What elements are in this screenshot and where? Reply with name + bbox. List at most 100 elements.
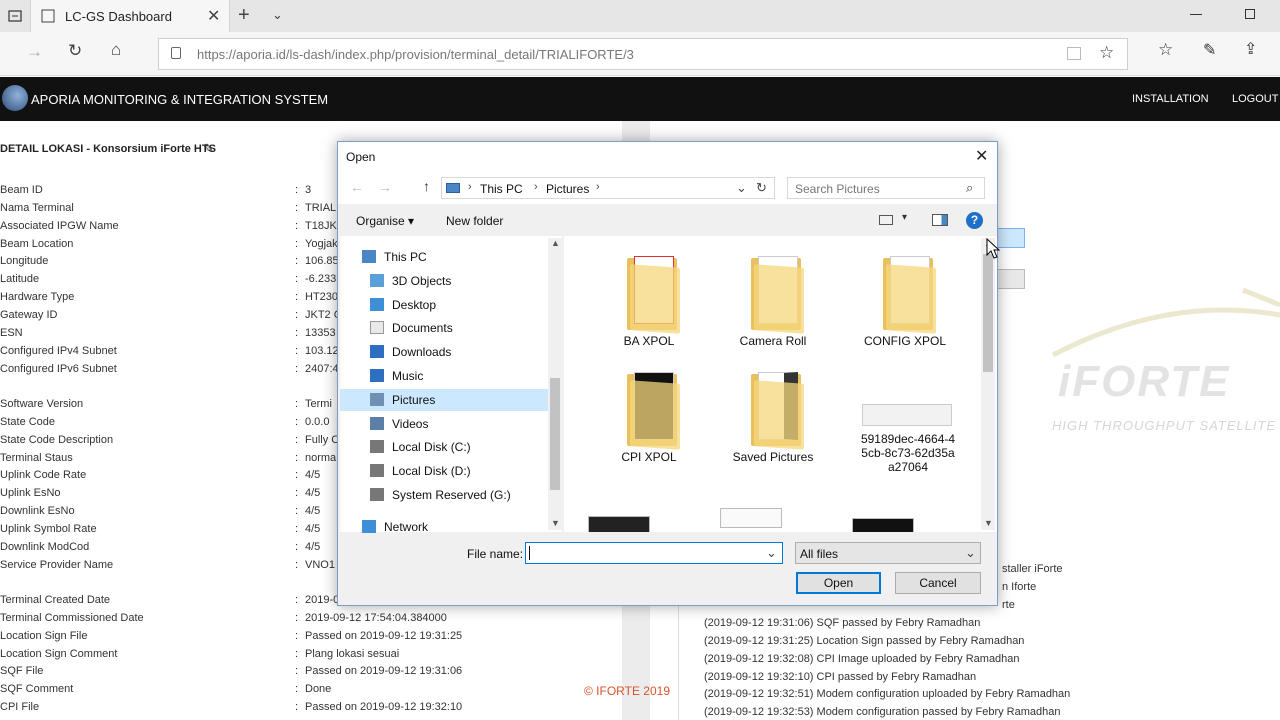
scroll-down-icon[interactable]: ▼ — [984, 518, 993, 528]
detail-value: 4/5 — [305, 505, 321, 518]
tab-actions-icon[interactable] — [8, 9, 22, 23]
detail-value: norma — [305, 451, 337, 464]
chevron-down-icon[interactable]: ⌄ — [766, 545, 777, 561]
forward-arrow-icon[interactable]: → — [378, 179, 392, 195]
back-icon[interactable]: → — [26, 42, 43, 62]
folder-item[interactable]: CONFIG XPOL — [850, 248, 960, 358]
nav-item-local-disk-c[interactable]: Local Disk (C:) — [340, 436, 548, 458]
folder-item[interactable]: CPI XPOL — [594, 364, 704, 474]
upload-button[interactable] — [995, 269, 1025, 289]
brand-tagline: HIGH THROUGHPUT SATELLITE — [1052, 418, 1277, 433]
cancel-button[interactable]: Cancel — [895, 572, 981, 594]
detail-colon: : — [295, 398, 299, 410]
partial-thumbnail[interactable] — [720, 508, 782, 528]
refresh-icon[interactable]: ↻ — [756, 180, 767, 196]
desktop-icon — [370, 297, 384, 311]
detail-value: HT230 — [305, 291, 339, 304]
log-entry: (2019-09-12 19:32:53) Modem configuratio… — [704, 706, 1061, 718]
detail-value: VNO1 — [305, 558, 335, 571]
view-options-icon[interactable] — [879, 215, 893, 225]
new-folder-button[interactable]: New folder — [446, 214, 503, 228]
nav-item-music[interactable]: Music — [340, 365, 548, 387]
scroll-thumb[interactable] — [983, 254, 993, 372]
breadcrumb-bar[interactable]: › This PC › Pictures › ⌄ ↻ — [441, 177, 775, 199]
search-input[interactable]: Search Pictures ⌕ — [787, 177, 985, 199]
scroll-up-icon[interactable]: ▲ — [551, 238, 560, 248]
detail-value: Fully C — [305, 433, 340, 446]
detail-value: 4/5 — [305, 469, 321, 482]
breadcrumb-sep: › — [468, 181, 472, 193]
folder-item[interactable]: Camera Roll — [718, 248, 828, 358]
dialog-close-icon[interactable]: ✕ — [975, 146, 988, 166]
pen-icon[interactable]: ✎ — [1203, 40, 1216, 60]
detail-value: Passed on 2019-09-12 19:31:06 — [305, 665, 463, 678]
scroll-down-icon[interactable]: ▼ — [551, 518, 560, 528]
scroll-thumb[interactable] — [550, 378, 560, 490]
chevron-down-icon: ⌄ — [965, 545, 976, 560]
favorites-icon[interactable]: ☆ — [1158, 40, 1173, 60]
detail-label: Downlink EsNo — [0, 505, 75, 518]
partial-thumbnail[interactable] — [588, 516, 650, 532]
nav-item-videos[interactable]: Videos — [340, 413, 548, 435]
preview-pane-icon[interactable] — [932, 214, 948, 226]
restore-icon[interactable] — [1245, 9, 1255, 19]
breadcrumb-this-pc[interactable]: This PC — [480, 182, 523, 196]
favorite-star-icon[interactable]: ☆ — [1099, 43, 1114, 63]
new-tab-icon[interactable]: + — [238, 4, 250, 27]
detail-colon: : — [295, 201, 299, 214]
close-tab-icon[interactable]: ✕ — [207, 6, 220, 26]
nav-item-downloads[interactable]: Downloads — [340, 341, 548, 363]
nav-item-label: This PC — [384, 250, 427, 264]
files-scrollbar[interactable]: ▲ ▼ — [981, 238, 995, 530]
disk-icon — [370, 488, 384, 501]
nav-logout[interactable]: LOGOUT — [1232, 93, 1278, 105]
detail-colon: : — [295, 469, 299, 482]
up-arrow-icon[interactable]: ↑ — [423, 178, 430, 194]
partial-thumbnail[interactable] — [852, 518, 914, 532]
open-button[interactable]: Open — [796, 572, 881, 594]
detail-colon: : — [295, 558, 299, 571]
nav-item-local-disk-d[interactable]: Local Disk (D:) — [340, 460, 548, 482]
nav-scrollbar[interactable]: ▲ ▼ — [548, 238, 562, 530]
detail-label: Nama Terminal — [0, 201, 74, 214]
minimize-icon[interactable] — [1190, 14, 1202, 15]
dialog-address-row: ← → ↑ › This PC › Pictures › ⌄ ↻ Search … — [338, 172, 997, 204]
refresh-icon[interactable]: ↻ — [68, 41, 82, 61]
detail-colon: : — [295, 237, 299, 250]
share-icon[interactable]: ⇪ — [1244, 39, 1257, 59]
view-dropdown-icon[interactable]: ▾ — [902, 212, 907, 223]
detail-label: ESN — [0, 326, 23, 339]
file-item[interactable]: 59189dec-4664-4 5cb-8c73-62d35a a27064 — [850, 364, 960, 474]
reading-view-icon[interactable] — [1067, 47, 1081, 60]
nav-item-system-reserved-g[interactable]: System Reserved (G:) — [340, 484, 548, 506]
back-arrow-icon[interactable]: ← — [350, 179, 364, 195]
help-icon[interactable]: ? — [966, 212, 983, 229]
breadcrumb-pictures[interactable]: Pictures — [546, 182, 589, 196]
breadcrumb-dropdown-icon[interactable]: ⌄ — [736, 180, 747, 196]
nav-item-3d-objects[interactable]: 3D Objects — [340, 270, 548, 292]
detail-value: Termi — [305, 398, 332, 410]
organise-menu[interactable]: Organise ▾ — [356, 214, 414, 228]
file-name-input[interactable]: ⌄ — [525, 542, 783, 564]
footer-copyright: © IFORTE 2019 — [584, 684, 670, 698]
nav-item-documents[interactable]: Documents — [340, 317, 548, 339]
url-field[interactable]: https://aporia.id/ls-dash/index.php/prov… — [158, 38, 1128, 70]
chevron-down-icon[interactable]: ⌄ — [272, 7, 283, 23]
edit-icon[interactable]: ✎ — [203, 141, 214, 157]
browser-tab[interactable]: LC-GS Dashboard ✕ — [30, 0, 230, 32]
app-logo[interactable] — [2, 85, 28, 111]
folder-item[interactable]: Saved Pictures — [718, 364, 828, 474]
nav-item-label: Videos — [392, 416, 429, 431]
nav-installation[interactable]: INSTALLATION — [1132, 93, 1209, 105]
nav-item-this-pc[interactable]: This PC — [332, 246, 540, 268]
detail-value: 103.12 — [305, 344, 339, 357]
satellite-swoosh-icon — [1051, 287, 1280, 358]
detail-label: Uplink Code Rate — [0, 469, 87, 482]
home-icon[interactable]: ⌂ — [111, 40, 121, 60]
detail-value: -6.233 — [305, 273, 337, 286]
log-entry: (2019-09-12 19:32:10) CPI passed by Febr… — [704, 671, 977, 683]
nav-item-pictures[interactable]: Pictures — [340, 388, 548, 411]
nav-item-desktop[interactable]: Desktop — [340, 294, 548, 316]
file-type-select[interactable]: All files ⌄ — [795, 542, 981, 564]
folder-item[interactable]: BA XPOL — [594, 248, 704, 358]
